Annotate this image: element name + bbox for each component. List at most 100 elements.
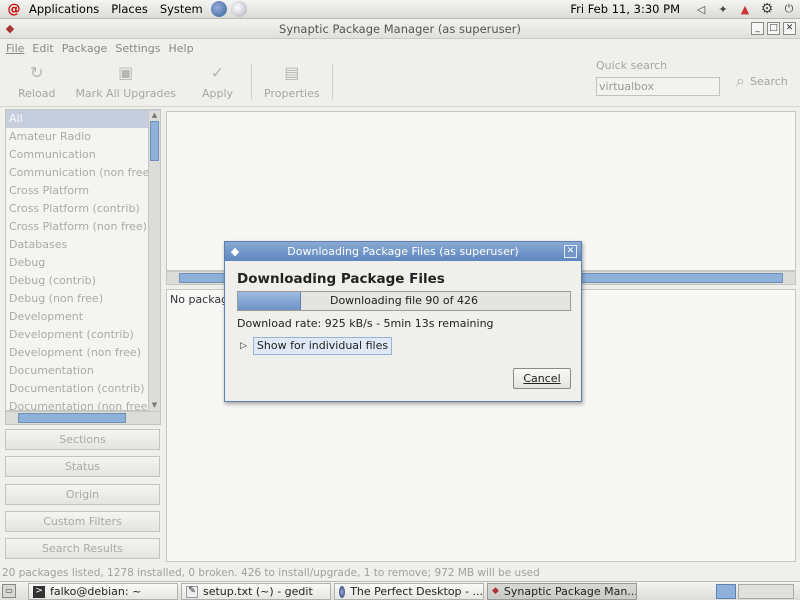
- toolbar-separator: [331, 64, 333, 100]
- download-rate: Download rate: 925 kB/s - 5min 13s remai…: [237, 317, 494, 330]
- individual-files-expander[interactable]: ▷ Show for individual files: [240, 337, 393, 355]
- task-label: falko@debian: ~: [50, 585, 142, 598]
- section-item[interactable]: Documentation: [6, 362, 160, 380]
- section-item[interactable]: Development: [6, 308, 160, 326]
- workspace-switcher-active[interactable]: [716, 584, 736, 599]
- logout-icon[interactable]: ⏻: [782, 2, 796, 16]
- settings-gear-icon[interactable]: ⚙: [760, 1, 774, 17]
- network-icon[interactable]: ✦: [716, 2, 730, 16]
- update-notifier-icon[interactable]: ▲: [738, 2, 752, 16]
- places-menu[interactable]: Places: [105, 2, 154, 16]
- reload-label: Reload: [18, 87, 56, 100]
- panel-clock[interactable]: Fri Feb 11, 3:30 PM: [570, 2, 680, 16]
- search-icon: ⌕: [736, 71, 745, 90]
- task-synaptic[interactable]: ◆ Synaptic Package Man...: [487, 583, 637, 600]
- download-progress-bar: Downloading file 90 of 426: [237, 291, 571, 311]
- download-dialog: ◆ Downloading Package Files (as superuse…: [224, 241, 582, 402]
- status-button[interactable]: Status: [5, 456, 160, 477]
- scroll-thumb[interactable]: [18, 413, 126, 423]
- origin-button[interactable]: Origin: [5, 484, 160, 505]
- task-gedit[interactable]: ✎ setup.txt (~) - gedit: [181, 583, 331, 600]
- scroll-thumb[interactable]: [150, 121, 159, 161]
- properties-button[interactable]: ▤ Properties: [254, 63, 330, 100]
- menu-help[interactable]: Help: [164, 42, 197, 55]
- cancel-label: Cancel: [523, 372, 561, 385]
- show-desktop-icon[interactable]: ▭: [2, 584, 16, 598]
- section-item[interactable]: Cross Platform (contrib): [6, 200, 160, 218]
- applications-menu[interactable]: Applications: [23, 2, 105, 16]
- dialog-heading: Downloading Package Files: [237, 271, 445, 287]
- sections-horizontal-scrollbar[interactable]: [5, 411, 161, 425]
- scroll-down-icon[interactable]: ▼: [149, 401, 160, 411]
- section-item[interactable]: Documentation (non free): [6, 398, 160, 410]
- reload-icon: ↻: [30, 63, 44, 82]
- reload-button[interactable]: ↻ Reload: [0, 63, 65, 100]
- quick-search-input[interactable]: [596, 77, 720, 96]
- bottom-panel: ▭ > falko@debian: ~ ✎ setup.txt (~) - ge…: [0, 581, 800, 600]
- section-item[interactable]: Development (contrib): [6, 326, 160, 344]
- synaptic-app-icon: ◆: [492, 586, 499, 596]
- progress-text: Downloading file 90 of 426: [329, 294, 479, 307]
- top-panel: @ Applications Places System Fri Feb 11,…: [0, 0, 800, 19]
- section-item[interactable]: Amateur Radio: [6, 128, 160, 146]
- section-item[interactable]: Cross Platform: [6, 182, 160, 200]
- mark-all-upgrades-button[interactable]: ▣ Mark All Upgrades: [65, 63, 186, 100]
- debian-logo-icon[interactable]: @: [5, 0, 23, 18]
- section-item[interactable]: Development (non free): [6, 344, 160, 362]
- toolbar: ↻ Reload ▣ Mark All Upgrades ✓ Apply ▤ P…: [0, 57, 800, 107]
- section-item[interactable]: Databases: [6, 236, 160, 254]
- menu-settings[interactable]: Settings: [111, 42, 164, 55]
- browser-launcher-icon[interactable]: [210, 1, 227, 17]
- mark-all-label: Mark All Upgrades: [75, 87, 176, 100]
- section-item[interactable]: Cross Platform (non free): [6, 218, 160, 236]
- sections-list[interactable]: All Amateur Radio Communication Communicati…: [5, 109, 161, 411]
- mail-launcher-icon[interactable]: [230, 1, 247, 17]
- workspace-switcher[interactable]: [738, 584, 794, 599]
- search-button[interactable]: ⌕ Search: [736, 71, 788, 91]
- task-label: The Perfect Desktop - ...: [350, 585, 483, 598]
- dialog-titlebar[interactable]: ◆ Downloading Package Files (as superuse…: [225, 242, 581, 261]
- section-item[interactable]: Debug: [6, 254, 160, 272]
- menubar: File Edit Package Settings Help: [0, 39, 800, 57]
- apply-label: Apply: [201, 87, 234, 100]
- section-item[interactable]: All: [6, 110, 160, 128]
- menu-package[interactable]: Package: [58, 42, 112, 55]
- status-bar: 20 packages listed, 1278 installed, 0 br…: [2, 567, 540, 579]
- task-label: setup.txt (~) - gedit: [203, 585, 313, 598]
- toolbar-separator: [251, 64, 253, 100]
- section-item[interactable]: Communication: [6, 146, 160, 164]
- properties-icon: ▤: [284, 63, 300, 82]
- expander-triangle-icon[interactable]: ▷: [240, 341, 247, 351]
- custom-filters-button[interactable]: Custom Filters: [5, 511, 160, 532]
- sections-button[interactable]: Sections: [5, 429, 160, 450]
- task-terminal[interactable]: > falko@debian: ~: [28, 583, 178, 600]
- search-results-button[interactable]: Search Results: [5, 538, 160, 559]
- browser-icon: [339, 585, 346, 598]
- close-icon[interactable]: ✕: [564, 245, 577, 258]
- cancel-button[interactable]: Cancel: [513, 368, 571, 389]
- apply-button[interactable]: ✓ Apply: [186, 63, 249, 100]
- search-label: Search: [749, 74, 788, 88]
- section-item[interactable]: Communication (non free): [6, 164, 160, 182]
- quick-search-label: Quick search: [596, 59, 668, 72]
- mark-upgrades-icon: ▣: [118, 63, 134, 82]
- volume-icon[interactable]: ◁: [694, 2, 708, 16]
- window-titlebar[interactable]: ◆ Synaptic Package Manager (as superuser…: [0, 19, 800, 39]
- task-label: Synaptic Package Man...: [503, 585, 637, 598]
- menu-edit[interactable]: Edit: [28, 42, 57, 55]
- apply-checkmark-icon: ✓: [210, 63, 225, 82]
- terminal-icon: >: [33, 585, 45, 598]
- section-item[interactable]: Documentation (contrib): [6, 380, 160, 398]
- section-item[interactable]: Debug (non free): [6, 290, 160, 308]
- expander-label[interactable]: Show for individual files: [252, 337, 393, 355]
- sections-list-items: All Amateur Radio Communication Communicati…: [6, 110, 160, 410]
- menu-file[interactable]: File: [2, 42, 28, 55]
- sections-vertical-scrollbar[interactable]: ▲ ▼: [148, 111, 160, 411]
- quick-search: Quick search: [596, 59, 720, 96]
- task-browser[interactable]: The Perfect Desktop - ...: [334, 583, 484, 600]
- section-item[interactable]: Debug (contrib): [6, 272, 160, 290]
- system-menu[interactable]: System: [154, 2, 209, 16]
- properties-label: Properties: [264, 87, 320, 100]
- window-title: Synaptic Package Manager (as superuser): [279, 21, 521, 36]
- scroll-up-icon[interactable]: ▲: [149, 111, 160, 121]
